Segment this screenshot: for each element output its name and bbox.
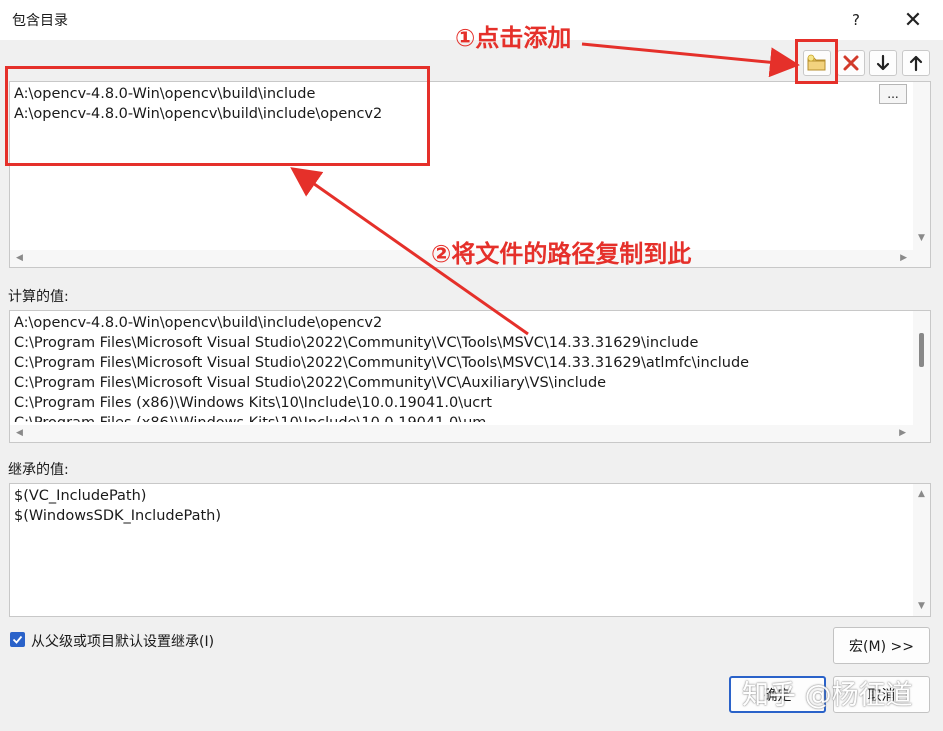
arrow-to-add-button: [581, 42, 800, 78]
annotation-step-1: ①点击添加: [455, 24, 572, 52]
annotation-arrows: [290, 42, 800, 336]
annotation-step-2: ②将文件的路径复制到此: [431, 240, 692, 268]
watermark: 知乎 @杨征道: [742, 680, 913, 711]
